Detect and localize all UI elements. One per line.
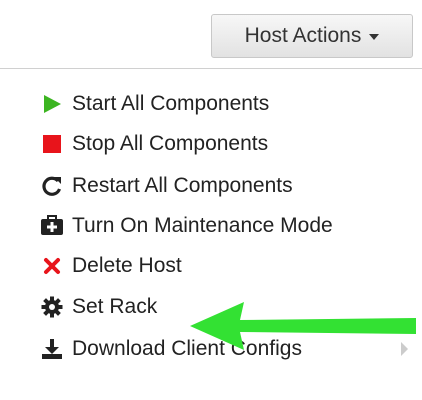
page: Host Actions Start All Components Stop A… — [0, 0, 422, 400]
menu-item-label: Start All Components — [72, 92, 270, 115]
menu-item-label: Set Rack — [72, 295, 158, 318]
menu-item-start-all[interactable]: Start All Components — [40, 84, 422, 124]
gear-icon — [40, 295, 64, 319]
menu-item-label: Turn On Maintenance Mode — [72, 214, 333, 237]
menu-item-maintenance-mode[interactable]: Turn On Maintenance Mode — [40, 206, 422, 246]
menu-item-delete-host[interactable]: Delete Host — [40, 246, 422, 286]
medkit-icon — [40, 214, 64, 238]
menu-item-label: Stop All Components — [72, 132, 269, 155]
menu-item-label: Restart All Components — [72, 174, 293, 197]
close-icon — [40, 254, 64, 278]
caret-down-icon — [369, 34, 380, 40]
stop-icon — [40, 132, 64, 156]
play-icon — [40, 92, 64, 116]
annotation-arrow-icon — [190, 302, 416, 350]
download-icon — [40, 337, 64, 361]
menu-item-stop-all[interactable]: Stop All Components — [40, 124, 422, 164]
refresh-icon — [40, 174, 64, 198]
dropdown-border — [0, 68, 422, 69]
menu-item-restart-all[interactable]: Restart All Components — [40, 166, 422, 206]
menu-item-label: Delete Host — [72, 254, 182, 277]
host-actions-label: Host Actions — [244, 24, 362, 47]
host-actions-button[interactable]: Host Actions — [211, 14, 413, 58]
